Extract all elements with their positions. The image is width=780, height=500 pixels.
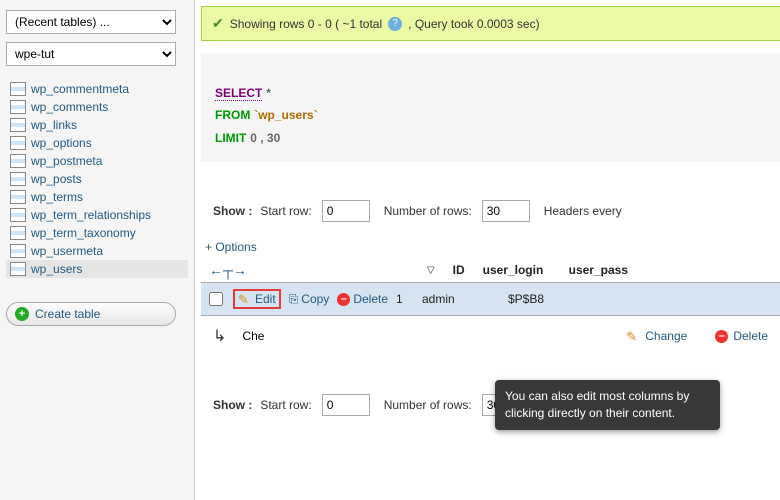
table-label: wp_links [31, 118, 77, 132]
table-row: ✎ Edit ⎘ Copy – Delete 1 admin $P$B8 [201, 282, 780, 316]
table-icon [10, 172, 26, 186]
table-label: wp_term_relationships [31, 208, 151, 222]
status-bar: ✔ Showing rows 0 - 0 ( ~1 total ? , Quer… [201, 6, 780, 41]
row-checkbox[interactable] [209, 292, 223, 306]
minus-icon: – [715, 330, 728, 343]
table-label: wp_posts [31, 172, 82, 186]
pencil-icon: ✎ [626, 329, 640, 343]
sidebar-item-wp-usermeta[interactable]: wp_usermeta [6, 242, 188, 260]
delete-button[interactable]: – Delete [337, 292, 388, 306]
table-label: wp_commentmeta [31, 82, 129, 96]
cell-user-pass[interactable]: $P$B8 [508, 292, 544, 306]
table-icon [10, 226, 26, 240]
table-icon [10, 262, 26, 276]
delete-label: Delete [353, 292, 388, 306]
table-icon [10, 154, 26, 168]
col-header-user-login[interactable]: user_login [483, 263, 569, 277]
database-select[interactable]: wpe-tut [6, 42, 176, 66]
sql-from: FROM [215, 108, 250, 122]
start-row-label-2: Start row: [260, 398, 311, 412]
copy-label: Copy [301, 292, 329, 306]
delete-label-footer: Delete [733, 329, 768, 343]
sql-select: SELECT [215, 86, 262, 101]
create-table-button[interactable]: + Create table [6, 302, 176, 326]
recent-tables-select[interactable]: (Recent tables) ... [6, 10, 176, 34]
edit-label: Edit [255, 292, 276, 306]
create-table-label: Create table [35, 307, 100, 321]
cell-user-login[interactable]: admin [422, 292, 508, 306]
table-label: wp_options [31, 136, 92, 150]
sql-query-box: SELECT * FROM `wp_users` LIMIT 0 , 30 [201, 53, 780, 162]
sidebar-item-wp-posts[interactable]: wp_posts [6, 170, 188, 188]
show-label-2: Show : [213, 398, 252, 412]
sql-star: * [266, 86, 271, 100]
num-rows-input[interactable] [482, 200, 530, 222]
check-all-label[interactable]: Che [242, 329, 264, 343]
copy-icon: ⎘ [289, 292, 299, 307]
add-icon: + [15, 307, 29, 321]
sidebar: (Recent tables) ... wpe-tut wp_commentme… [0, 0, 195, 500]
change-button[interactable]: ✎ Change [626, 329, 687, 343]
copy-button[interactable]: ⎘ Copy [289, 292, 330, 307]
start-row-input[interactable] [322, 200, 370, 222]
table-icon [10, 136, 26, 150]
help-icon[interactable]: ? [388, 17, 402, 31]
pencil-icon: ✎ [238, 292, 252, 306]
col-header-user-pass[interactable]: user_pass [569, 263, 628, 277]
show-row-top: Show : Start row: Number of rows: Header… [201, 190, 780, 232]
table-label: wp_users [31, 262, 82, 276]
sql-limit-vals: 0 , 30 [250, 131, 280, 145]
tooltip-text: You can also edit most columns by clicki… [505, 389, 689, 420]
table-label: wp_comments [31, 100, 108, 114]
table-icon [10, 190, 26, 204]
column-arrows-icon[interactable]: ←┬→ [209, 262, 247, 278]
table-label: wp_terms [31, 190, 83, 204]
table-label: wp_postmeta [31, 154, 102, 168]
sidebar-item-wp-comments[interactable]: wp_comments [6, 98, 188, 116]
start-row-input-2[interactable] [322, 394, 370, 416]
sidebar-item-wp-users[interactable]: wp_users [6, 260, 188, 278]
show-label: Show : [213, 204, 252, 218]
change-label: Change [645, 329, 687, 343]
num-rows-label: Number of rows: [384, 204, 472, 218]
sidebar-item-wp-links[interactable]: wp_links [6, 116, 188, 134]
cell-id[interactable]: 1 [396, 292, 422, 306]
status-text-1: Showing rows 0 - 0 ( ~1 total [230, 17, 382, 31]
sidebar-item-wp-term-taxonomy[interactable]: wp_term_taxonomy [6, 224, 188, 242]
num-rows-label-2: Number of rows: [384, 398, 472, 412]
sidebar-item-wp-term-relationships[interactable]: wp_term_relationships [6, 206, 188, 224]
options-toggle[interactable]: + Options [201, 232, 780, 258]
table-label: wp_term_taxonomy [31, 226, 136, 240]
table-label: wp_usermeta [31, 244, 103, 258]
sidebar-item-wp-options[interactable]: wp_options [6, 134, 188, 152]
corner-arrow-icon: ↳ [213, 326, 226, 346]
minus-icon: – [337, 293, 350, 306]
status-text-2: , Query took 0.0003 sec) [408, 17, 539, 31]
sql-limit: LIMIT [215, 131, 246, 145]
headers-every-label: Headers every [544, 204, 622, 218]
sidebar-item-wp-postmeta[interactable]: wp_postmeta [6, 152, 188, 170]
sidebar-item-wp-terms[interactable]: wp_terms [6, 188, 188, 206]
check-icon: ✔ [212, 15, 224, 32]
delete-button-footer[interactable]: – Delete [715, 329, 768, 343]
start-row-label: Start row: [260, 204, 311, 218]
edit-button[interactable]: ✎ Edit [233, 289, 281, 309]
table-header: ←┬→ ▽ ID user_login user_pass [201, 258, 780, 282]
sort-icon[interactable]: ▽ [427, 265, 435, 276]
tooltip: You can also edit most columns by clicki… [495, 380, 720, 430]
table-icon [10, 82, 26, 96]
col-header-id[interactable]: ID [453, 263, 483, 277]
table-icon [10, 118, 26, 132]
footer-actions: ↳ Che ✎ Change – Delete [201, 316, 780, 356]
sidebar-item-wp-commentmeta[interactable]: wp_commentmeta [6, 80, 188, 98]
sql-table: `wp_users` [254, 108, 317, 122]
table-icon [10, 244, 26, 258]
table-icon [10, 208, 26, 222]
table-list: wp_commentmeta wp_comments wp_links wp_o… [6, 80, 188, 278]
table-icon [10, 100, 26, 114]
main-content: ✔ Showing rows 0 - 0 ( ~1 total ? , Quer… [195, 0, 780, 500]
